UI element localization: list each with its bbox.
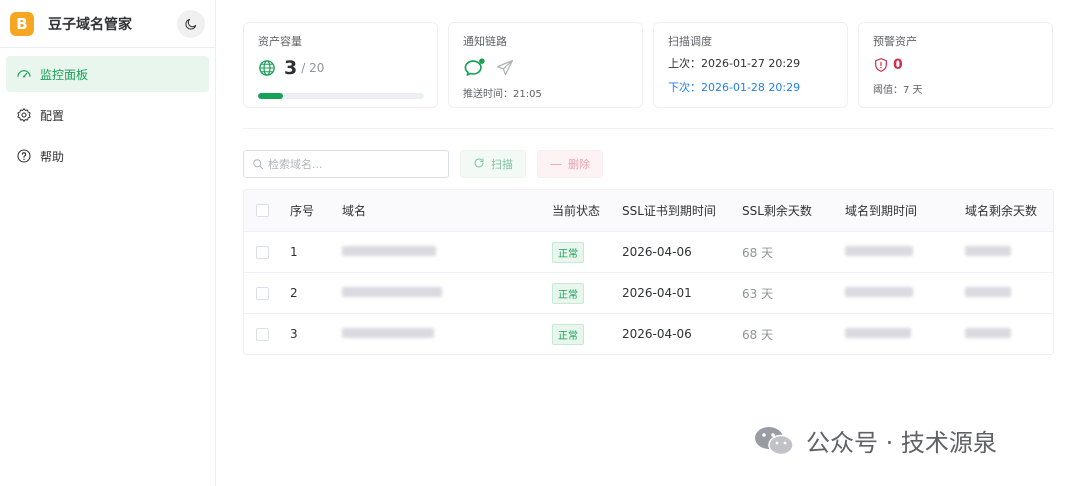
notify-title: 通知链路 bbox=[463, 35, 507, 48]
row-checkbox[interactable] bbox=[255, 327, 269, 341]
domain-table: 序号 域名 当前状态 SSL证书到期时间 SSL剩余天数 域名到期时间 域名剩余… bbox=[243, 189, 1054, 355]
refresh-icon bbox=[473, 157, 485, 172]
sidebar-item-label: 帮助 bbox=[40, 149, 65, 164]
schedule-card: 扫描调度 上次：2026-01-27 20:29 下次：2026-01-28 2… bbox=[653, 22, 848, 108]
sidebar: B 豆子域名管家 监控面板 配置 帮助 bbox=[0, 0, 216, 486]
ssl-expiry: 2026-04-01 bbox=[622, 286, 692, 300]
app-logo: B bbox=[10, 11, 34, 36]
domain-expiry-redacted bbox=[845, 328, 911, 338]
schedule-title: 扫描调度 bbox=[668, 35, 712, 48]
gear-icon bbox=[17, 108, 31, 122]
table-row[interactable]: 1 正常 2026-04-06 68 天 bbox=[244, 231, 1053, 272]
section-divider bbox=[243, 128, 1054, 129]
domain-expiry-redacted bbox=[845, 246, 913, 256]
search-icon bbox=[253, 159, 263, 169]
sidebar-item-label: 监控面板 bbox=[40, 67, 89, 82]
domain-days-redacted bbox=[965, 287, 1011, 297]
domain-days-redacted bbox=[965, 328, 1011, 338]
row-index: 3 bbox=[290, 327, 298, 341]
send-icon[interactable] bbox=[495, 58, 515, 78]
row-checkbox[interactable] bbox=[255, 245, 269, 259]
capacity-total: / 20 bbox=[301, 61, 325, 75]
sidebar-item-help[interactable]: 帮助 bbox=[6, 138, 209, 174]
stats-cards: 资产容量 3 / 20 通知链路 推送时间：21:05 扫描调度 上次：2026… bbox=[243, 22, 1054, 108]
shield-alert-icon bbox=[875, 58, 887, 72]
delete-button[interactable]: — 删除 bbox=[537, 150, 603, 178]
toolbar: 扫描 — 删除 bbox=[243, 150, 1054, 178]
domain-days-redacted bbox=[965, 246, 1011, 256]
warning-row: 0 bbox=[873, 57, 1038, 73]
header-domain: 域名 bbox=[342, 204, 367, 218]
ssl-days-left: 63 天 bbox=[742, 286, 774, 301]
schedule-last: 上次：2026-01-27 20:29 bbox=[668, 57, 801, 70]
domain-name-redacted bbox=[342, 287, 442, 297]
sidebar-item-dashboard[interactable]: 监控面板 bbox=[6, 56, 209, 92]
warning-count: 0 bbox=[893, 57, 903, 73]
scan-button-label: 扫描 bbox=[491, 158, 513, 171]
select-all-checkbox[interactable] bbox=[255, 204, 269, 217]
domain-name-redacted bbox=[342, 328, 434, 338]
watermark-text: 公众号 · 技术源泉 bbox=[806, 429, 997, 457]
table-row[interactable]: 3 正常 2026-04-06 68 天 bbox=[244, 313, 1053, 354]
search-input[interactable] bbox=[268, 157, 428, 171]
header-ssl-expiry: SSL证书到期时间 bbox=[622, 204, 716, 218]
ssl-expiry: 2026-04-06 bbox=[622, 327, 692, 341]
status-badge: 正常 bbox=[552, 241, 584, 263]
brand-bar: B 豆子域名管家 bbox=[0, 0, 215, 48]
capacity-used: 3 bbox=[284, 57, 298, 79]
ssl-days-left: 68 天 bbox=[742, 327, 774, 342]
header-ssl-days: SSL剩余天数 bbox=[742, 204, 812, 218]
moon-icon bbox=[185, 18, 197, 30]
minus-icon: — bbox=[550, 157, 562, 171]
capacity-card: 资产容量 3 / 20 bbox=[243, 22, 438, 108]
header-status: 当前状态 bbox=[552, 204, 601, 218]
warning-title: 预警资产 bbox=[873, 35, 917, 48]
capacity-progress bbox=[258, 93, 424, 99]
capacity-title: 资产容量 bbox=[258, 35, 302, 48]
table-row[interactable]: 2 正常 2026-04-01 63 天 bbox=[244, 272, 1053, 313]
domain-name-redacted bbox=[342, 246, 436, 256]
wechat-logo-icon bbox=[755, 426, 794, 455]
sidebar-item-settings[interactable]: 配置 bbox=[6, 97, 209, 133]
help-icon bbox=[17, 149, 31, 163]
sidebar-nav: 监控面板 配置 帮助 bbox=[0, 48, 215, 187]
app-title: 豆子域名管家 bbox=[48, 16, 132, 33]
wechat-icon[interactable] bbox=[463, 57, 487, 79]
row-index: 2 bbox=[290, 286, 298, 300]
ssl-days-left: 68 天 bbox=[742, 245, 774, 260]
warning-card: 预警资产 0 阈值：7 天 bbox=[858, 22, 1053, 108]
capacity-row: 3 / 20 bbox=[258, 57, 423, 79]
delete-button-label: 删除 bbox=[568, 158, 590, 171]
status-badge: 正常 bbox=[552, 282, 584, 304]
ssl-expiry: 2026-04-06 bbox=[622, 245, 692, 259]
header-domain-expiry: 域名到期时间 bbox=[845, 204, 918, 218]
sidebar-item-label: 配置 bbox=[40, 108, 65, 123]
header-index: 序号 bbox=[290, 204, 315, 218]
row-index: 1 bbox=[290, 245, 298, 259]
globe-icon bbox=[259, 60, 275, 76]
dashboard-icon bbox=[17, 70, 31, 78]
notify-card: 通知链路 推送时间：21:05 bbox=[448, 22, 643, 108]
status-badge: 正常 bbox=[552, 323, 584, 345]
table-header: 序号 域名 当前状态 SSL证书到期时间 SSL剩余天数 域名到期时间 域名剩余… bbox=[244, 190, 1053, 231]
warning-threshold: 阈值：7 天 bbox=[873, 85, 923, 96]
capacity-progress-fill bbox=[258, 93, 283, 99]
main-content: 资产容量 3 / 20 通知链路 推送时间：21:05 扫描调度 上次：2026… bbox=[243, 22, 1054, 355]
scan-button[interactable]: 扫描 bbox=[460, 150, 526, 178]
notify-channels bbox=[463, 57, 628, 79]
schedule-next: 下次：2026-01-28 20:29 bbox=[668, 81, 801, 94]
header-domain-days: 域名剩余天数 bbox=[965, 204, 1038, 218]
watermark: 公众号 · 技术源泉 bbox=[752, 423, 997, 458]
search-box[interactable] bbox=[243, 150, 449, 178]
row-checkbox[interactable] bbox=[255, 286, 269, 300]
theme-toggle-button[interactable] bbox=[177, 9, 205, 38]
notify-push-time: 推送时间：21:05 bbox=[463, 89, 542, 100]
domain-expiry-redacted bbox=[845, 287, 913, 297]
